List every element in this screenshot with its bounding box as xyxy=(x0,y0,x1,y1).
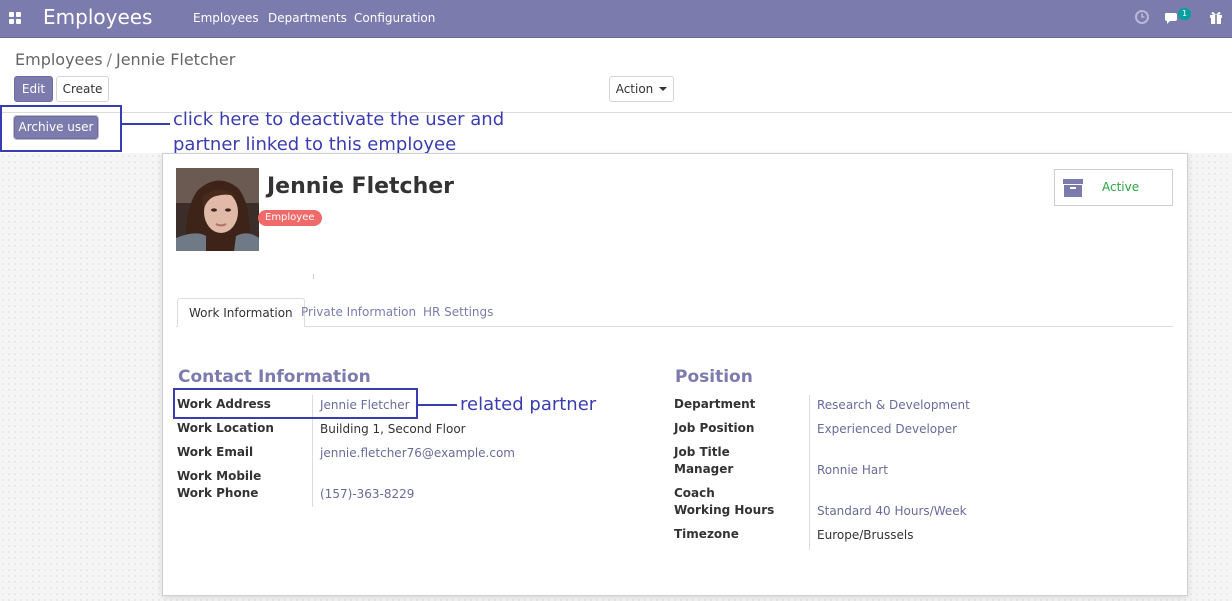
create-button[interactable]: Create xyxy=(56,76,109,102)
archive-annotation-box xyxy=(0,105,122,152)
employee-name: Jennie Fletcher xyxy=(267,174,455,199)
label-job-position: Job Position xyxy=(674,421,755,435)
tabs-divider xyxy=(176,326,1173,327)
employee-form-sheet: Jennie Fletcher Employee Active Work Inf… xyxy=(162,153,1188,596)
value-job-position-link[interactable]: Experienced Developer xyxy=(817,422,957,436)
action-label: Action xyxy=(615,82,654,96)
tab-work-information[interactable]: Work Information xyxy=(177,298,305,327)
value-department-link[interactable]: Research & Development xyxy=(817,398,970,412)
app-title: Employees xyxy=(43,5,153,29)
activity-clock-icon[interactable] xyxy=(1134,9,1150,25)
apps-menu-icon[interactable] xyxy=(9,12,21,24)
value-manager-link[interactable]: Ronnie Hart xyxy=(817,463,888,477)
active-toggle-button[interactable]: Active xyxy=(1054,169,1173,206)
employee-tag-badge[interactable]: Employee xyxy=(258,210,322,226)
tab-hr-settings[interactable]: HR Settings xyxy=(412,298,504,326)
archive-box-icon xyxy=(1063,179,1083,197)
label-department: Department xyxy=(674,397,756,411)
menu-departments[interactable]: Departments xyxy=(268,11,347,25)
label-coach: Coach xyxy=(674,486,715,500)
employee-avatar[interactable] xyxy=(176,168,259,251)
position-separator xyxy=(809,395,810,550)
value-working-hours-link[interactable]: Standard 40 Hours/Week xyxy=(817,504,967,518)
divider-tick xyxy=(313,274,314,279)
chat-count-badge: 1 xyxy=(1178,8,1191,20)
partner-annotation-line xyxy=(418,404,457,406)
label-manager: Manager xyxy=(674,462,734,476)
caret-down-icon xyxy=(659,87,668,91)
label-timezone: Timezone xyxy=(674,527,739,541)
label-job-title: Job Title xyxy=(674,445,730,459)
label-work-location: Work Location xyxy=(177,421,274,435)
position-title: Position xyxy=(675,367,753,387)
value-timezone[interactable]: Europe/Brussels xyxy=(817,528,914,542)
partner-annotation-box xyxy=(173,388,418,419)
value-work-location: Building 1, Second Floor xyxy=(320,422,466,436)
tab-private-information[interactable]: Private Information xyxy=(290,298,427,326)
archive-annotation-line xyxy=(122,123,170,125)
archive-annotation-text-1: click here to deactivate the user and xyxy=(173,109,505,130)
breadcrumb-separator: / xyxy=(106,50,112,69)
label-working-hours: Working Hours xyxy=(674,503,775,517)
breadcrumb-parent[interactable]: Employees xyxy=(15,50,103,69)
value-work-phone-link[interactable]: (157)-363-8229 xyxy=(320,487,414,501)
gift-icon[interactable] xyxy=(1208,9,1224,25)
breadcrumb-current: Jennie Fletcher xyxy=(115,50,236,69)
contact-information-title: Contact Information xyxy=(178,367,371,387)
top-navbar: Employees Employees Departments Configur… xyxy=(0,0,1232,38)
edit-button[interactable]: Edit xyxy=(14,76,53,102)
label-work-phone: Work Phone xyxy=(177,486,259,500)
label-work-email: Work Email xyxy=(177,445,254,459)
label-work-mobile: Work Mobile xyxy=(177,469,262,483)
partner-annotation-text: related partner xyxy=(460,394,597,415)
value-work-email-link[interactable]: jennie.fletcher76@example.com xyxy=(320,446,515,460)
menu-configuration[interactable]: Configuration xyxy=(354,11,435,25)
menu-employees[interactable]: Employees xyxy=(193,11,259,25)
action-dropdown[interactable]: Action xyxy=(609,76,674,102)
active-status-label: Active xyxy=(1102,180,1140,194)
breadcrumb: Employees / Jennie Fletcher xyxy=(15,50,235,70)
